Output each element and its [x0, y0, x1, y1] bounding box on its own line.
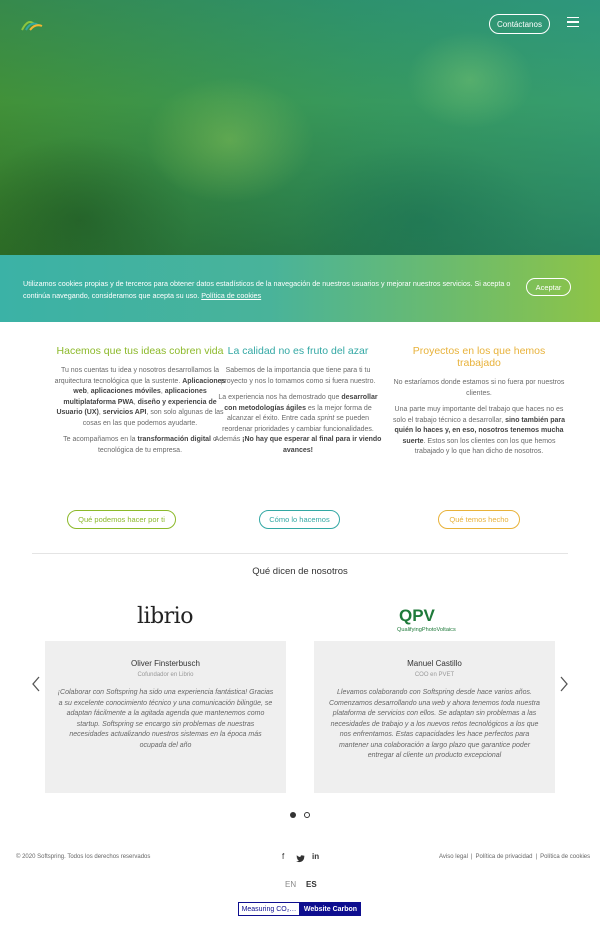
privacy-policy-link[interactable]: Política de privacidad	[475, 854, 532, 860]
contact-button[interactable]: Contáctanos	[489, 14, 550, 34]
librio-logo: librio	[137, 604, 193, 629]
testimonial-card: Oliver Finsterbusch Cofundador en Librio…	[45, 641, 286, 793]
legal-links: Aviso legal | Política de privacidad | Polít…	[439, 854, 591, 860]
hamburger-menu-icon[interactable]	[567, 17, 579, 28]
testimonials-title: Qué dicen de nosotros	[252, 566, 348, 577]
carbon-site-label: Website Carbon	[300, 902, 361, 916]
qpv-logo-subtext: QualifyingPhotoVoltaics	[397, 627, 456, 633]
what-we-have-done-button[interactable]: Qué temos hecho	[438, 510, 520, 529]
language-en[interactable]: EN	[285, 880, 296, 889]
how-we-do-it-button[interactable]: Cómo lo hacemos	[259, 510, 340, 529]
cookie-text: Utilizamos cookies propias y de terceros…	[23, 278, 523, 302]
cookie-policy-footer-link[interactable]: Política de cookies	[540, 854, 590, 860]
cookie-message: Utilizamos cookies propias y de terceros…	[23, 279, 511, 300]
language-es[interactable]: ES	[306, 880, 317, 889]
carousel-dot[interactable]	[304, 812, 310, 818]
testimonial-quote: Llevamos colaborando con Softspring desd…	[329, 689, 540, 759]
quality-paragraph-1: Sabemos de la importancia que tiene para…	[220, 367, 376, 385]
quality-column: La calidad no es fruto del azar Sabemos …	[212, 345, 384, 462]
projects-paragraph-1: No estaríamos donde estamos si no fuera …	[393, 379, 565, 397]
ideas-title: Hacemos que tus ideas cobren vida	[56, 345, 224, 357]
testimonial-quote: ¡Colaborar con Softspring ha sido una ex…	[57, 689, 274, 749]
cookie-policy-link[interactable]: Política de cookies	[201, 291, 261, 300]
linkedin-icon[interactable]: in	[312, 852, 319, 861]
hero-overlay	[0, 0, 600, 255]
testimonial-role: COO en PVET	[414, 672, 455, 678]
what-we-do-button[interactable]: Qué podemos hacer por ti	[67, 510, 176, 529]
qpv-logo: QPV QualifyingPhotoVoltaics	[397, 606, 456, 633]
carousel-dot-active[interactable]	[290, 812, 296, 818]
projects-paragraph-2: Una parte muy importante del trabajo que…	[393, 406, 565, 455]
qpv-logo-text: QPV	[399, 606, 436, 625]
website-carbon-badge[interactable]: Measuring CO₂… Website Carbon	[238, 902, 361, 916]
ideas-paragraph-2: Te acompañamos en la transformación digi…	[63, 436, 217, 454]
projects-title: Proyectos en los que hemos trabajado	[412, 345, 546, 369]
ideas-paragraph-1: Tu nos cuentas tu idea y nosotros desarr…	[54, 367, 226, 427]
twitter-icon[interactable]	[296, 854, 305, 863]
legal-notice-link[interactable]: Aviso legal	[439, 854, 468, 860]
carbon-measuring: Measuring CO₂…	[238, 902, 300, 916]
copyright-text: © 2020 Softspring. Todos los derechos re…	[16, 854, 151, 860]
facebook-icon[interactable]: f	[282, 852, 284, 861]
ideas-column: Hacemos que tus ideas cobren vida Tu nos…	[54, 345, 226, 462]
quality-title: La calidad no es fruto del azar	[227, 345, 369, 357]
projects-column: Proyectos en los que hemos trabajado No …	[393, 345, 565, 464]
softspring-logo-icon[interactable]	[20, 16, 44, 32]
testimonial-card: Manuel Castillo COO en PVET Llevamos col…	[314, 641, 555, 793]
testimonial-role: Cofundador en Librio	[137, 672, 194, 678]
section-divider	[32, 553, 568, 554]
chevron-right-icon[interactable]	[559, 676, 569, 692]
accept-cookies-button[interactable]: Aceptar	[526, 278, 571, 296]
quality-paragraph-2: La experiencia nos ha demostrado que des…	[214, 394, 382, 454]
testimonial-name: Manuel Castillo	[407, 659, 462, 668]
chevron-left-icon[interactable]	[31, 676, 41, 692]
testimonial-name: Oliver Finsterbusch	[131, 659, 200, 668]
